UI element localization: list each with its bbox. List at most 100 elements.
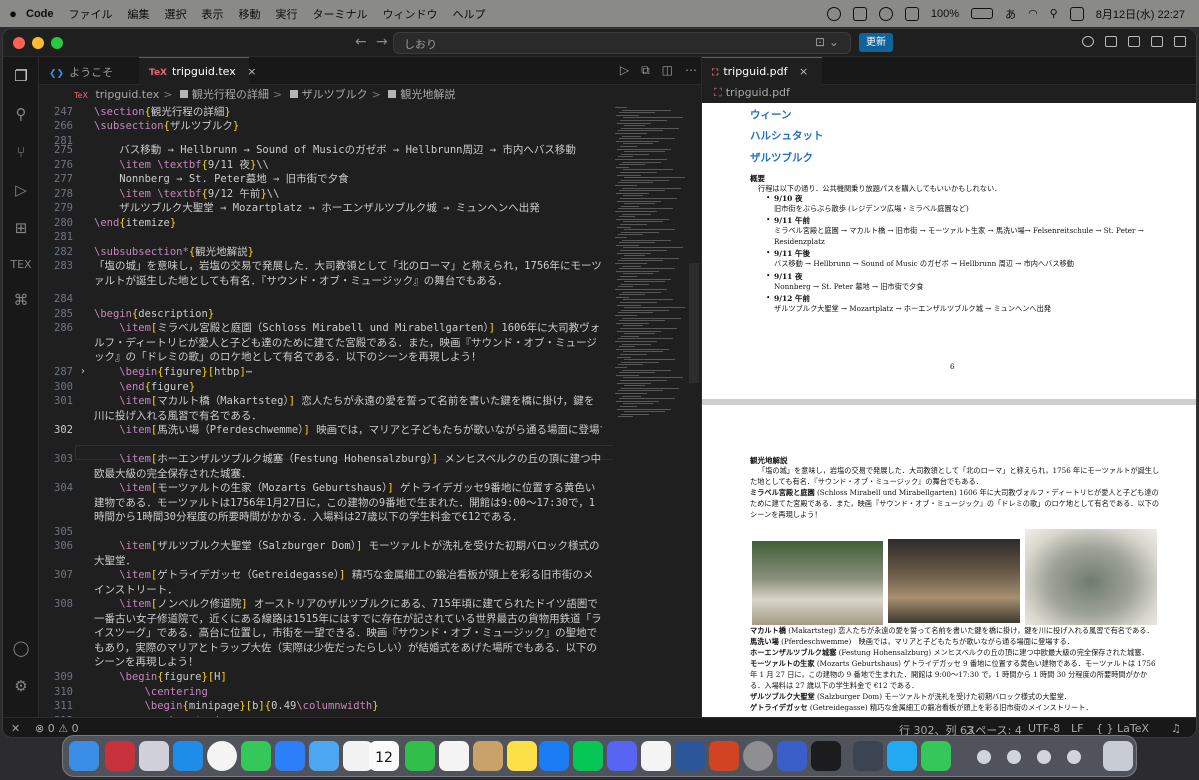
play-icon[interactable] (878, 6, 893, 21)
wifi-icon[interactable]: ◠ (1028, 7, 1038, 20)
discord-icon[interactable] (607, 741, 637, 771)
editor-scrollbar[interactable] (689, 263, 699, 383)
toggle-primary-sidebar-icon[interactable] (1105, 36, 1117, 47)
toggle-secondary-sidebar-icon[interactable] (1151, 36, 1163, 47)
toggle-panel-icon[interactable] (1128, 36, 1140, 47)
explorer-icon[interactable]: ❐ (10, 65, 32, 87)
tab-tripguid-tex[interactable]: TeX tripguid.tex × (139, 57, 256, 85)
phone-icon[interactable] (921, 741, 951, 771)
mail-icon[interactable] (275, 741, 305, 771)
safari-icon[interactable] (173, 741, 203, 771)
menu-terminal[interactable]: ターミナル (313, 6, 368, 22)
trash-icon[interactable] (1103, 741, 1133, 771)
app-icon[interactable] (105, 741, 135, 771)
minimized-window-icon[interactable] (1067, 750, 1081, 764)
fold-chevron-icon[interactable]: › (81, 366, 85, 377)
control-center-icon[interactable] (1069, 6, 1084, 21)
system-settings-icon[interactable] (743, 741, 773, 771)
close-window-button[interactable] (13, 37, 25, 49)
menu-window[interactable]: ウィンドウ (383, 6, 438, 22)
tab-welcome[interactable]: ❮❯ ようこそ (39, 57, 139, 85)
launchpad-icon[interactable] (139, 741, 169, 771)
messages-icon[interactable] (241, 741, 271, 771)
remote-icon[interactable]: ✕ (11, 722, 20, 735)
line-icon[interactable] (573, 741, 603, 771)
manage-gear-icon[interactable]: ⚙ (10, 675, 32, 697)
build-run-icon[interactable]: ▷ (620, 63, 629, 78)
word-icon[interactable] (675, 741, 705, 771)
bullet-icon: • (766, 193, 771, 202)
reminders-icon[interactable] (439, 741, 469, 771)
clock[interactable]: 8月12日(水) 22:27 (1096, 6, 1185, 22)
contacts-icon[interactable] (473, 741, 503, 771)
more-actions-icon[interactable]: ⋯ (685, 63, 697, 78)
pdf-breadcrumb-file[interactable]: tripguid.pdf (726, 86, 790, 99)
split-editor-icon[interactable]: ◫ (662, 63, 673, 78)
tex-icon[interactable]: TEX (10, 253, 32, 275)
problems-indicator[interactable]: ⊗ 0 ⚠ 0 (35, 722, 79, 735)
line-number: 275 (54, 144, 73, 156)
search-view-icon[interactable]: ⚲ (10, 103, 32, 125)
minimized-window-icon[interactable] (977, 750, 991, 764)
python-icon[interactable]: ⌘ (10, 289, 32, 311)
screen-record-icon[interactable] (852, 6, 867, 21)
finder-icon[interactable] (69, 741, 99, 771)
line-status-icon[interactable] (826, 6, 841, 21)
encoding[interactable]: UTF-8 (1028, 722, 1060, 735)
update-button[interactable]: 更新 (859, 33, 893, 52)
menu-help[interactable]: ヘルプ (453, 6, 486, 22)
code-editor[interactable]: 247 \section{観光行程の詳細} 266 \subsection{ザルツブル… (39, 103, 701, 717)
breadcrumb-subsection[interactable]: ザルツブルク (302, 88, 368, 101)
minimized-window-icon[interactable] (1037, 750, 1051, 764)
minimize-window-button[interactable] (32, 37, 44, 49)
breadcrumb-subsubsection[interactable]: 観光地解説 (400, 88, 455, 101)
maximize-window-button[interactable] (51, 37, 63, 49)
menu-edit[interactable]: 編集 (128, 6, 150, 22)
close-tab-icon[interactable]: × (799, 65, 808, 78)
source-control-icon[interactable]: ⑂ (10, 141, 32, 163)
accounts-toggle-icon[interactable] (1082, 36, 1094, 47)
pdf-viewer[interactable]: ウィーン ハルシュタット ザルツブルク 概要 行程は以下の通り．公共機関乗り放題… (701, 103, 1196, 717)
menu-extra-icon[interactable] (904, 6, 919, 21)
customize-layout-icon[interactable] (1174, 36, 1186, 47)
maps-icon[interactable] (309, 741, 339, 771)
chrome-icon[interactable] (207, 741, 237, 771)
app-icon[interactable] (777, 741, 807, 771)
slack-icon[interactable] (641, 741, 671, 771)
back-arrow-icon[interactable]: ← (355, 34, 367, 50)
minimap[interactable] (613, 103, 685, 717)
menu-run[interactable]: 実行 (276, 6, 298, 22)
close-tab-icon[interactable]: × (247, 65, 256, 78)
menu-go[interactable]: 移動 (239, 6, 261, 22)
menu-file[interactable]: ファイル (69, 6, 113, 22)
breadcrumb-section[interactable]: 観光行程の詳細 (192, 88, 269, 101)
apple-menu-icon[interactable]: ● (0, 6, 26, 21)
run-debug-icon[interactable]: ▷ (10, 179, 32, 201)
app-menu[interactable]: Code (26, 8, 54, 20)
menu-view[interactable]: 表示 (202, 6, 224, 22)
facetime-icon[interactable] (405, 741, 435, 771)
utility-icon[interactable] (853, 741, 883, 771)
input-method-icon[interactable]: あ (1005, 6, 1016, 22)
notes-icon[interactable] (507, 741, 537, 771)
battery-icon[interactable] (971, 8, 994, 19)
activity-monitor-icon[interactable] (811, 741, 841, 771)
view-pdf-icon[interactable]: ⧉ (641, 63, 650, 78)
menu-selection[interactable]: 選択 (165, 6, 187, 22)
extensions-icon[interactable]: ⊞ (10, 217, 32, 239)
language-mode[interactable]: { } LaTeX (1096, 722, 1149, 735)
search-icon[interactable]: ⚲ (1050, 7, 1058, 20)
forward-arrow-icon[interactable]: → (376, 34, 388, 50)
powerpoint-icon[interactable] (709, 741, 739, 771)
calendar-icon[interactable]: 12 (369, 741, 399, 771)
copilot-icon[interactable]: ⊡ ⌄ (815, 35, 839, 49)
command-center-search[interactable]: しおり (393, 32, 851, 54)
app-store-icon[interactable] (539, 741, 569, 771)
notifications-bell-icon[interactable]: ♫ (1171, 722, 1181, 735)
end-of-line[interactable]: LF (1071, 722, 1083, 735)
tab-tripguid-pdf[interactable]: ⛶ tripguid.pdf × (702, 57, 822, 85)
account-icon[interactable]: ◯ (10, 637, 32, 659)
vscode-dock-icon[interactable] (887, 741, 917, 771)
breadcrumb-file[interactable]: tripguid.tex (95, 88, 159, 101)
minimized-window-icon[interactable] (1007, 750, 1021, 764)
